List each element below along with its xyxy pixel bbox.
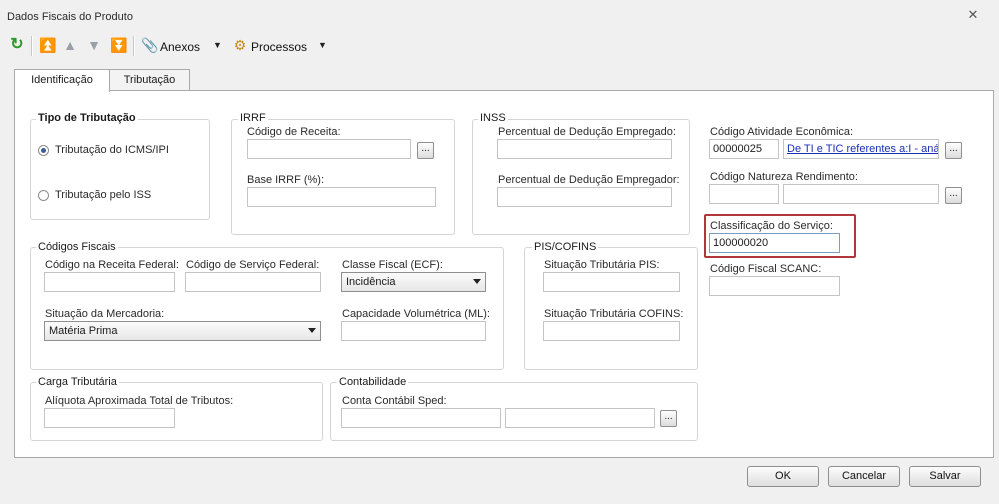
last-record-icon[interactable]: ⏬ [110, 37, 127, 53]
deducao-empregado-field[interactable] [497, 139, 672, 159]
codigo-receita-field[interactable] [247, 139, 411, 159]
base-irrf-label: Base IRRF (%): [247, 174, 325, 186]
atividade-economica-description[interactable]: De TI e TIC referentes a:I - anál [783, 139, 939, 159]
atividade-economica-lookup-button[interactable]: ... [945, 142, 962, 159]
anexos-button[interactable]: Anexos [160, 40, 200, 54]
deducao-empregador-field[interactable] [497, 187, 672, 207]
situacao-cofins-field[interactable] [543, 321, 680, 341]
atividade-economica-code-field[interactable]: 00000025 [709, 139, 779, 159]
capacidade-volumetrica-field[interactable] [341, 321, 486, 341]
chevron-down-icon [473, 279, 481, 284]
processos-button[interactable]: Processos [251, 40, 307, 54]
codigo-receita-lookup-button[interactable]: ... [417, 142, 434, 159]
tab-label: Tributação [123, 74, 176, 86]
first-record-icon[interactable]: ⏫ [39, 37, 56, 53]
previous-record-icon[interactable]: ▲ [62, 37, 78, 53]
tab-label: Identificação [31, 74, 93, 86]
natureza-rendimento-code-field[interactable] [709, 184, 779, 204]
servico-federal-label: Código de Serviço Federal: [186, 259, 320, 271]
situacao-pis-field[interactable] [543, 272, 680, 292]
aliquota-field[interactable] [44, 408, 175, 428]
classe-fiscal-select[interactable]: Incidência [341, 272, 486, 292]
capacidade-volumetrica-label: Capacidade Volumétrica (ML): [342, 308, 490, 320]
natureza-rendimento-label: Código Natureza Rendimento: [710, 171, 858, 183]
codigos-fiscais-legend: Códigos Fiscais [36, 241, 118, 253]
carga-tributaria-legend: Carga Tributária [36, 376, 119, 388]
anexos-dropdown-icon[interactable]: ▼ [213, 40, 222, 50]
toolbar-separator [31, 36, 33, 56]
servico-federal-field[interactable] [185, 272, 321, 292]
window-title: Dados Fiscais do Produto [7, 11, 133, 23]
tab-identificacao[interactable]: Identificação [14, 69, 110, 92]
ok-button[interactable]: OK [747, 466, 819, 487]
conta-contabil-code-field[interactable] [341, 408, 501, 428]
gears-icon: ⚙ [233, 37, 247, 53]
natureza-rendimento-lookup-button[interactable]: ... [945, 187, 962, 204]
title-bar [0, 0, 999, 34]
paperclip-icon: 📎 [141, 37, 159, 53]
receita-federal-label: Código na Receita Federal: [45, 259, 179, 271]
situacao-cofins-label: Situação Tributária COFINS: [544, 308, 684, 320]
radio-icms-ipi-label: Tributação do ICMS/IPI [55, 144, 169, 156]
tipo-tributacao-legend: Tipo de Tributação [36, 112, 138, 124]
codigo-scanc-label: Código Fiscal SCANC: [710, 263, 822, 275]
deducao-empregado-label: Percentual de Dedução Empregado: [498, 126, 676, 138]
pis-cofins-legend: PIS/COFINS [532, 241, 599, 253]
conta-contabil-label: Conta Contábil Sped: [342, 395, 447, 407]
receita-federal-field[interactable] [44, 272, 175, 292]
radio-iss[interactable] [38, 190, 49, 201]
toolbar-separator [133, 36, 135, 56]
refresh-icon[interactable]: ↻ [9, 37, 25, 53]
atividade-economica-label: Código Atividade Econômica: [710, 126, 854, 138]
close-icon[interactable]: ✕ [966, 8, 980, 22]
contabilidade-legend: Contabilidade [337, 376, 409, 388]
highlight-box [704, 214, 856, 258]
radio-icms-ipi[interactable] [38, 145, 49, 156]
situacao-mercadoria-select[interactable]: Matéria Prima [44, 321, 321, 341]
save-button[interactable]: Salvar [909, 466, 981, 487]
base-irrf-field[interactable] [247, 187, 436, 207]
deducao-empregador-label: Percentual de Dedução Empregador: [498, 174, 680, 186]
classe-fiscal-label: Classe Fiscal (ECF): [342, 259, 443, 271]
tipo-tributacao-group [30, 119, 210, 220]
next-record-icon[interactable]: ▼ [86, 37, 102, 53]
chevron-down-icon [308, 328, 316, 333]
situacao-mercadoria-value: Matéria Prima [49, 325, 118, 337]
situacao-mercadoria-label: Situação da Mercadoria: [45, 308, 165, 320]
codigo-receita-label: Código de Receita: [247, 126, 341, 138]
radio-iss-label: Tributação pelo ISS [55, 189, 152, 201]
aliquota-label: Alíquota Aproximada Total de Tributos: [45, 395, 234, 407]
cancel-button[interactable]: Cancelar [828, 466, 900, 487]
situacao-pis-label: Situação Tributária PIS: [544, 259, 660, 271]
atividade-economica-link[interactable]: De TI e TIC referentes a:I - anál [787, 143, 938, 155]
conta-contabil-description-field[interactable] [505, 408, 655, 428]
processos-dropdown-icon[interactable]: ▼ [318, 40, 327, 50]
conta-contabil-lookup-button[interactable]: ... [660, 410, 677, 427]
codigo-scanc-field[interactable] [709, 276, 840, 296]
classe-fiscal-value: Incidência [346, 276, 396, 288]
irrf-legend: IRRF [238, 112, 268, 124]
natureza-rendimento-description[interactable] [783, 184, 939, 204]
tab-tributacao[interactable]: Tributação [109, 69, 190, 91]
inss-legend: INSS [478, 112, 508, 124]
